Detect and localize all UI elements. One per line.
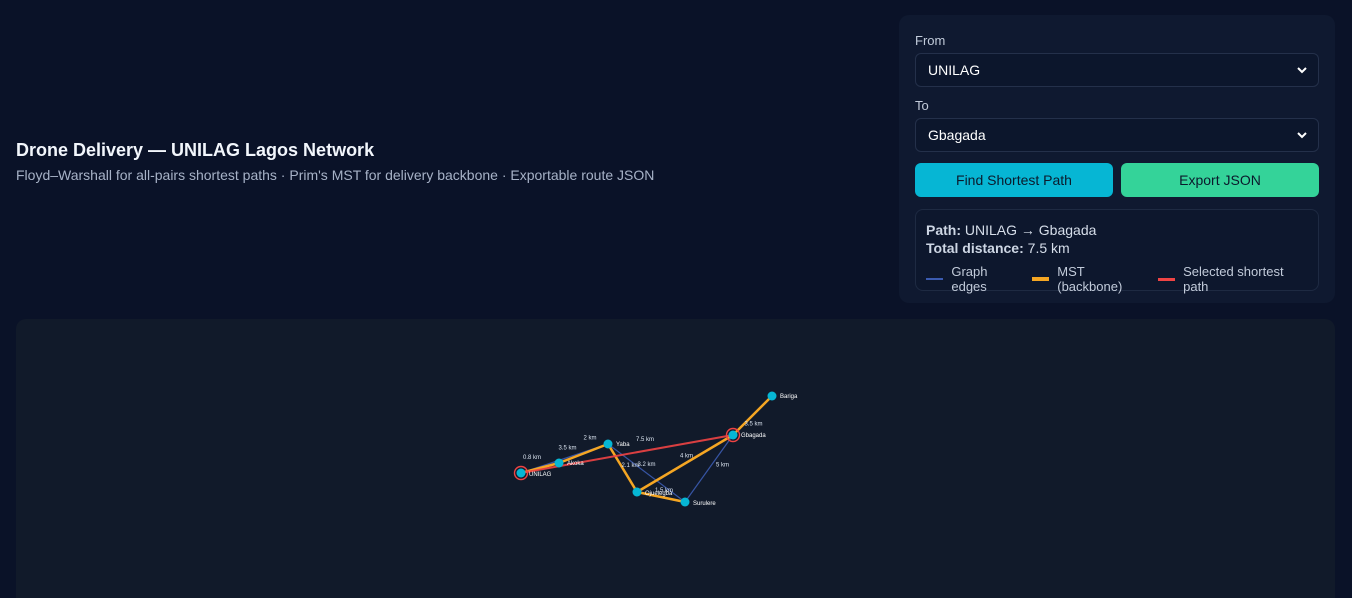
node-surulere[interactable]: Surulere (680, 497, 717, 508)
chevron-down-icon (1297, 67, 1307, 74)
node-label: UNILAG (529, 472, 552, 478)
path-line: Path: UNILAG → Gbagada (926, 222, 1308, 238)
network-map: 0.8 km 3.5 km 2 km 2.1 km 3.2 km 1.5 km 4 km 5 … (16, 319, 1335, 598)
to-select[interactable]: Gbagada (915, 118, 1319, 152)
legend-label: Graph edges (951, 264, 988, 294)
node-dot[interactable] (554, 458, 564, 468)
node-dot[interactable] (680, 497, 690, 507)
to-select-value: Gbagada (928, 127, 986, 143)
path-edge-swatch (1157, 277, 1176, 281)
mst-edge-swatch (1031, 277, 1050, 281)
edge-label: 4 km (680, 454, 693, 460)
distance-label: Total distance: (926, 240, 1024, 256)
result-box: Path: UNILAG → Gbagada Total distance: 7… (915, 209, 1319, 294)
graph-edge-swatch (926, 278, 944, 280)
node-label: Yaba (616, 442, 630, 448)
node-dot[interactable] (767, 391, 777, 401)
node-label: Gbagada (741, 433, 766, 439)
legend-item-graph-edges: Graph edges (926, 264, 1024, 294)
app-page: Drone Delivery — UNILAG Lagos Network Fl… (0, 0, 1352, 598)
edge-label: 0.8 km (523, 455, 541, 461)
node-label: Ojuelegba (645, 491, 673, 497)
edge-label: 3.5 km (745, 422, 763, 428)
edge-label: 3.5 km (559, 446, 577, 452)
legend: Graph edges MST (backbone) Selected shor… (926, 264, 1308, 294)
node-yaba[interactable]: Yaba (603, 439, 631, 449)
from-select[interactable]: UNILAG (915, 53, 1319, 87)
node-label: Bariga (780, 394, 798, 400)
page-header: Drone Delivery — UNILAG Lagos Network Fl… (16, 140, 654, 183)
node-dot[interactable] (603, 439, 613, 449)
page-subtitle: Floyd–Warshall for all-pairs shortest pa… (16, 167, 655, 183)
to-label: To (915, 98, 929, 113)
from-label: From (915, 33, 946, 48)
network-graph[interactable]: 0.8 km3.5 km2 km2.1 km3.2 km1.5 km4 km5 … (16, 319, 1335, 598)
edge-label: 2 km (584, 436, 597, 442)
legend-label: Selected shortest path (1183, 264, 1284, 294)
node-gbagada[interactable]: Gbagada (725, 427, 767, 443)
edge-label: 7.5 km (636, 437, 654, 443)
export-json-button[interactable]: Export JSON (1121, 163, 1319, 197)
legend-item-mst: MST (backbone) (1031, 264, 1150, 294)
node-bariga[interactable]: Bariga (767, 391, 799, 401)
from-select-value: UNILAG (928, 62, 981, 78)
edge-label: 3.2 km (638, 462, 656, 468)
edge-label: 5 km (716, 463, 729, 469)
node-dot[interactable] (632, 487, 642, 497)
node-label: Akoka (567, 461, 584, 467)
legend-label: MST (backbone) (1057, 264, 1123, 294)
path-label: Path: (926, 222, 961, 238)
page-title: Drone Delivery — UNILAG Lagos Network (16, 140, 375, 160)
legend-item-shortest-path: Selected shortest path (1157, 264, 1308, 294)
distance-value: 7.5 km (1027, 240, 1070, 256)
action-buttons: Find Shortest Path Export JSON (915, 163, 1319, 197)
chevron-down-icon (1297, 132, 1307, 139)
node-dot[interactable] (728, 430, 738, 440)
edge-mst-gbagada-bariga (731, 394, 774, 437)
node-dot[interactable] (516, 468, 526, 478)
node-label: Surulere (693, 501, 716, 507)
find-shortest-path-button[interactable]: Find Shortest Path (915, 163, 1113, 197)
edge-graph-surulere-gbagada (684, 434, 734, 503)
path-value: UNILAG → Gbagada (964, 222, 1097, 238)
route-control-panel: From UNILAG To Gbagada Find Shortest Pat… (899, 15, 1335, 303)
distance-line: Total distance: 7.5 km (926, 240, 1308, 256)
